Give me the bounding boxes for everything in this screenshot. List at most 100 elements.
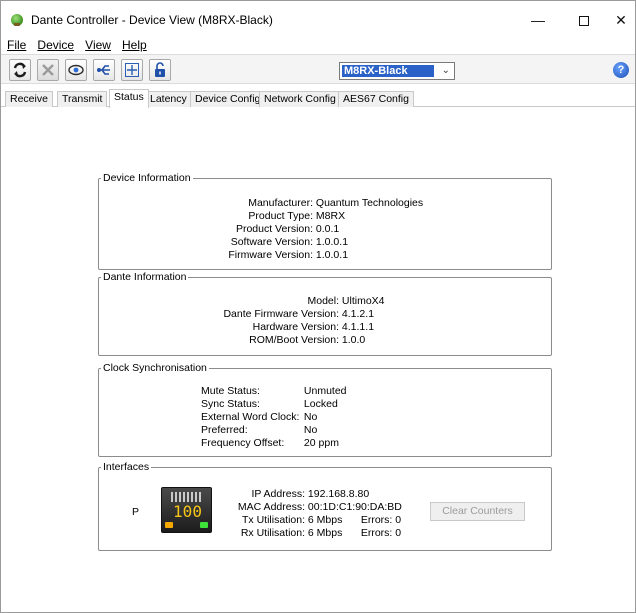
add-button[interactable] <box>121 59 143 81</box>
rx-value: 6 Mbps <box>307 527 343 539</box>
rx-row: Rx Utilisation: 6 Mbps Errors: 0 <box>223 527 401 539</box>
tx-errors-label: Errors: <box>360 514 393 526</box>
interfaces-group: Interfaces P 100 IP Address: 192.168.8.8… <box>98 461 552 551</box>
tab-receive[interactable]: Receive <box>5 91 53 107</box>
info-label: Manufacturer: <box>248 197 313 209</box>
menu-help[interactable]: Help <box>118 36 151 52</box>
clock-label: Preferred: <box>201 424 248 436</box>
info-label: Software Version: <box>230 236 313 248</box>
maximize-button[interactable] <box>561 7 607 33</box>
info-value: 4.1.2.1 <box>341 308 375 320</box>
info-value: 1.0.0 <box>341 334 366 346</box>
clock-value: Unmuted <box>303 385 347 397</box>
clock-value: No <box>303 424 318 436</box>
info-value: 1.0.0.1 <box>315 249 349 261</box>
menu-device[interactable]: Device <box>33 36 78 52</box>
mac-label: MAC Address: <box>237 501 305 513</box>
group-title: Interfaces <box>101 461 152 473</box>
tab-device-config[interactable]: Device Config <box>190 91 266 107</box>
info-label: Model: <box>307 295 339 307</box>
clock-label: External Word Clock: <box>201 411 300 423</box>
menu-view[interactable]: View <box>81 36 115 52</box>
info-value: 4.1.1.1 <box>341 321 375 333</box>
device-tools-button[interactable] <box>37 59 59 81</box>
rx-label: Rx Utilisation: <box>240 527 305 539</box>
info-row: ROM/Boot Version: 1.0.0 <box>99 334 553 346</box>
tools-icon <box>42 64 54 76</box>
lock-icon <box>155 62 165 77</box>
info-row: Model: UltimoX4 <box>99 295 553 307</box>
clock-row: Frequency Offset: 20 ppm <box>201 437 339 449</box>
ethernet-pins <box>171 492 204 502</box>
lock-button[interactable] <box>149 59 171 81</box>
toolbar: M8RX-Black ⌄ ? <box>1 54 635 84</box>
help-icon[interactable]: ? <box>613 62 629 78</box>
ip-label: IP Address: <box>251 488 305 500</box>
menu-file[interactable]: File <box>1 36 30 52</box>
mac-row: MAC Address: 00:1D:C1:90:DA:BD <box>223 501 402 513</box>
info-label: ROM/Boot Version: <box>249 334 339 346</box>
device-information-group: Device Information Manufacturer: Quantum… <box>98 172 553 270</box>
window-title: Dante Controller - Device View (M8RX-Bla… <box>31 13 273 27</box>
clock-label: Sync Status: <box>201 398 260 410</box>
ethernet-port-icon: 100 <box>161 487 212 533</box>
close-button[interactable]: ✕ <box>607 7 635 33</box>
clear-counters-button[interactable]: Clear Counters <box>430 502 525 521</box>
dante-app-icon <box>11 14 23 26</box>
device-selector-value: M8RX-Black <box>342 65 434 77</box>
clock-row: Sync Status: Locked <box>201 398 338 410</box>
info-row: Software Version: 1.0.0.1 <box>99 236 553 248</box>
network-icon <box>97 65 110 75</box>
ip-row: IP Address: 192.168.8.80 <box>223 488 369 500</box>
rx-errors-label: Errors: <box>360 527 393 539</box>
clock-row: Mute Status: Unmuted <box>201 385 347 397</box>
info-row: Hardware Version: 4.1.1.1 <box>99 321 553 333</box>
eye-icon <box>68 64 84 76</box>
group-title: Clock Synchronisation <box>101 362 209 374</box>
device-selector[interactable]: M8RX-Black ⌄ <box>339 62 455 80</box>
tx-value: 6 Mbps <box>307 514 343 526</box>
info-value: 1.0.0.1 <box>315 236 349 248</box>
group-title: Device Information <box>101 172 193 184</box>
group-title: Dante Information <box>101 271 189 283</box>
maximize-icon <box>579 16 589 27</box>
tab-transmit[interactable]: Transmit <box>57 91 108 107</box>
info-value: Quantum Technologies <box>315 197 424 209</box>
app-window: Dante Controller - Device View (M8RX-Bla… <box>0 0 636 613</box>
ip-value: 192.168.8.80 <box>307 488 370 500</box>
clock-label: Mute Status: <box>201 385 260 397</box>
clock-row: External Word Clock: No <box>201 411 317 423</box>
info-label: Product Type: <box>248 210 313 222</box>
clock-label: Frequency Offset: <box>201 437 285 449</box>
tab-network-config[interactable]: Network Config <box>259 91 341 107</box>
tab-aes67-config[interactable]: AES67 Config <box>338 91 414 107</box>
clock-value: 20 ppm <box>303 437 339 449</box>
clock-value: Locked <box>303 398 338 410</box>
port-label: P <box>132 506 140 518</box>
menu-bar: File Device View Help <box>1 36 635 54</box>
add-icon <box>125 63 139 77</box>
clock-row: Preferred: No <box>201 424 317 436</box>
tab-status[interactable]: Status <box>109 89 149 108</box>
identify-button[interactable] <box>65 59 87 81</box>
tab-latency[interactable]: Latency <box>145 91 192 107</box>
info-row: Firmware Version: 1.0.0.1 <box>99 249 553 261</box>
info-row: Dante Firmware Version: 4.1.2.1 <box>99 308 553 320</box>
rx-errors-value: 0 <box>395 527 402 539</box>
info-label: Firmware Version: <box>228 249 313 261</box>
info-row: Manufacturer: Quantum Technologies <box>99 197 553 209</box>
clock-synchronisation-group: Clock Synchronisation Mute Status: Unmut… <box>98 362 552 457</box>
tab-bar: Receive Transmit Status Latency Device C… <box>1 89 635 108</box>
activity-led <box>165 522 173 528</box>
network-button[interactable] <box>93 59 115 81</box>
link-speed: 100 <box>173 502 202 521</box>
info-label: Dante Firmware Version: <box>223 308 339 320</box>
info-label: Hardware Version: <box>252 321 339 333</box>
refresh-button[interactable] <box>9 59 31 81</box>
info-value: 0.0.1 <box>315 223 340 235</box>
minimize-button[interactable]: — <box>515 7 561 33</box>
tx-row: Tx Utilisation: 6 Mbps Errors: 0 <box>223 514 401 526</box>
mac-value: 00:1D:C1:90:DA:BD <box>307 501 402 513</box>
link-led <box>200 522 208 528</box>
tx-label: Tx Utilisation: <box>241 514 305 526</box>
